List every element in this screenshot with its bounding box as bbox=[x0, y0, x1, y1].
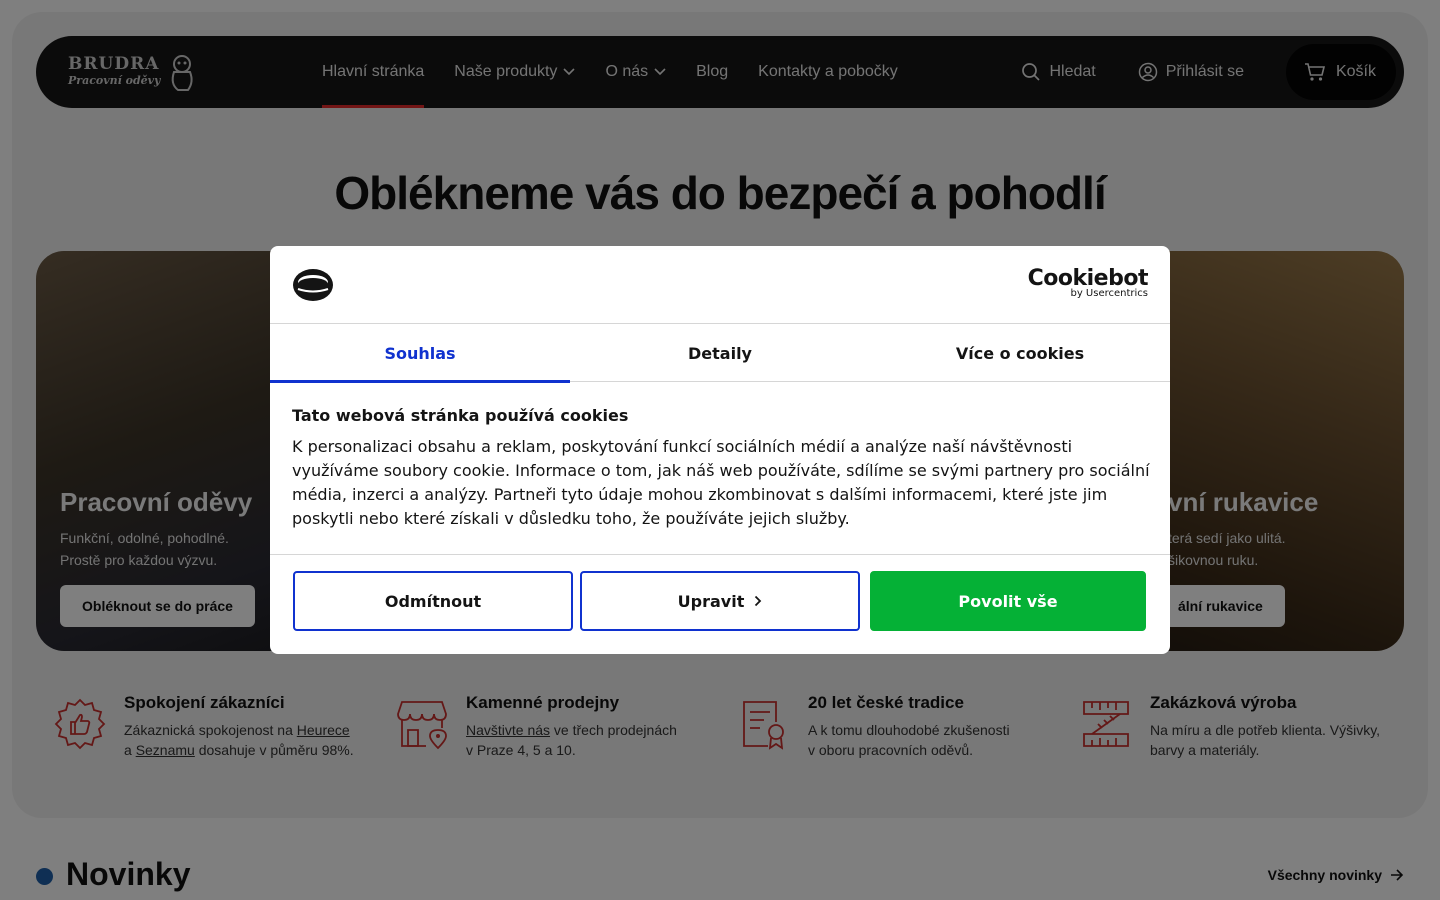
dialog-title: Tato webová stránka používá cookies bbox=[292, 406, 629, 425]
chevron-right-icon bbox=[755, 595, 762, 607]
dialog-tabs: Souhlas Detaily Více o cookies bbox=[270, 324, 1170, 383]
dialog-body: Tato webová stránka používá cookies K pe… bbox=[292, 406, 1152, 531]
tab-details[interactable]: Detaily bbox=[570, 324, 870, 382]
cookie-logo-icon bbox=[293, 269, 333, 301]
dialog-header: Cookiebot by Usercentrics bbox=[270, 246, 1170, 324]
tab-consent[interactable]: Souhlas bbox=[270, 324, 570, 383]
customize-label: Upravit bbox=[677, 591, 745, 611]
allow-all-button[interactable]: Povolit vše bbox=[870, 571, 1146, 631]
cookiebot-logo[interactable]: Cookiebot by Usercentrics bbox=[1028, 266, 1149, 299]
customize-button[interactable]: Upravit bbox=[580, 571, 860, 631]
dialog-footer: Odmítnout Upravit Povolit vše bbox=[270, 554, 1170, 654]
reject-button[interactable]: Odmítnout bbox=[293, 571, 573, 631]
allow-all-label: Povolit vše bbox=[958, 591, 1058, 611]
tab-about-cookies[interactable]: Více o cookies bbox=[870, 324, 1170, 382]
cookie-consent-dialog: Cookiebot by Usercentrics Souhlas Detail… bbox=[270, 246, 1170, 654]
dialog-text: K personalizaci obsahu a reklam, poskyto… bbox=[292, 437, 1150, 528]
reject-label: Odmítnout bbox=[384, 591, 482, 611]
